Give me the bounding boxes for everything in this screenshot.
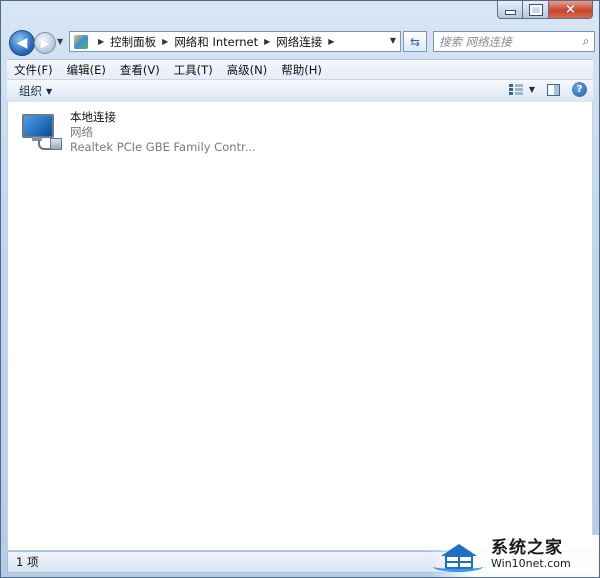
watermark-text: 系统之家 Win10net.com bbox=[491, 540, 571, 572]
menu-advanced[interactable]: 高级(N) bbox=[220, 62, 275, 78]
address-dropdown-icon[interactable]: ▼ bbox=[390, 36, 396, 45]
house-logo-icon bbox=[433, 541, 485, 572]
network-adapter-icon bbox=[20, 110, 62, 152]
connection-device: Realtek PCIe GBE Family Contr... bbox=[70, 140, 256, 154]
search-input[interactable] bbox=[434, 34, 578, 49]
file-list-area[interactable]: 本地连接 网络 Realtek PCIe GBE Family Contr... bbox=[7, 102, 593, 550]
chevron-down-icon[interactable]: ▼ bbox=[529, 85, 535, 94]
forward-button[interactable]: ▶ bbox=[34, 32, 56, 54]
watermark-title: 系统之家 bbox=[491, 538, 563, 558]
caption-buttons: × bbox=[497, 1, 593, 19]
explorer-window: × ◀ ▶ ▼ ▶ 控制面板 ▶ 网络和 Internet ▶ 网络连接 ▶ ▼… bbox=[0, 0, 600, 578]
search-icon[interactable]: ⌕ bbox=[578, 34, 594, 49]
connection-name: 本地连接 bbox=[70, 110, 116, 124]
watermark-url: Win10net.com bbox=[491, 557, 571, 570]
command-bar: 组织 ▼ ▼ ? bbox=[7, 79, 593, 103]
connection-type: 网络 bbox=[70, 125, 93, 139]
minimize-icon bbox=[504, 10, 516, 15]
navigation-bar: ◀ ▶ ▼ ▶ 控制面板 ▶ 网络和 Internet ▶ 网络连接 ▶ ▼ ⇆… bbox=[7, 28, 595, 56]
close-icon: × bbox=[565, 2, 576, 17]
maximize-button[interactable] bbox=[523, 1, 549, 19]
change-view-button[interactable]: ▼ bbox=[508, 83, 535, 96]
breadcrumb-separator-icon[interactable]: ▶ bbox=[162, 37, 168, 46]
menu-tools[interactable]: 工具(T) bbox=[167, 62, 220, 78]
control-panel-icon bbox=[74, 34, 88, 49]
close-button[interactable]: × bbox=[549, 1, 593, 19]
view-details-icon bbox=[508, 83, 523, 96]
address-bar[interactable]: ▶ 控制面板 ▶ 网络和 Internet ▶ 网络连接 ▶ ▼ bbox=[69, 31, 401, 52]
command-bar-tools: ▼ ? bbox=[508, 82, 587, 97]
breadcrumb-separator-icon[interactable]: ▶ bbox=[264, 37, 270, 46]
breadcrumb-network-connections[interactable]: 网络连接 bbox=[276, 34, 322, 50]
watermark: 系统之家 Win10net.com bbox=[429, 535, 599, 577]
search-box[interactable]: ⌕ bbox=[433, 31, 595, 52]
help-icon[interactable]: ? bbox=[572, 82, 587, 97]
menu-help[interactable]: 帮助(H) bbox=[274, 62, 329, 78]
menu-file[interactable]: 文件(F) bbox=[7, 62, 60, 78]
organize-button[interactable]: 组织 ▼ bbox=[7, 83, 52, 99]
minimize-button[interactable] bbox=[497, 1, 523, 19]
menu-view[interactable]: 查看(V) bbox=[113, 62, 167, 78]
list-item-details: 本地连接 网络 Realtek PCIe GBE Family Contr... bbox=[70, 110, 256, 158]
maximize-icon bbox=[528, 3, 543, 16]
back-arrow-icon: ◀ bbox=[16, 35, 28, 51]
refresh-button[interactable]: ⇆ bbox=[403, 31, 427, 52]
organize-label: 组织 bbox=[19, 84, 42, 98]
menu-edit[interactable]: 编辑(E) bbox=[60, 62, 113, 78]
chevron-down-icon: ▼ bbox=[46, 86, 53, 96]
preview-pane-icon[interactable] bbox=[547, 83, 560, 96]
item-count: 1 项 bbox=[16, 555, 39, 569]
recent-pages-dropdown[interactable]: ▼ bbox=[57, 37, 63, 46]
back-button[interactable]: ◀ bbox=[9, 30, 35, 56]
breadcrumb-separator-icon[interactable]: ▶ bbox=[98, 37, 104, 46]
menu-bar: 文件(F) 编辑(E) 查看(V) 工具(T) 高级(N) 帮助(H) bbox=[7, 59, 593, 80]
list-item[interactable]: 本地连接 网络 Realtek PCIe GBE Family Contr... bbox=[20, 110, 270, 158]
refresh-icon: ⇆ bbox=[409, 34, 421, 49]
breadcrumb-separator-icon[interactable]: ▶ bbox=[328, 37, 334, 46]
breadcrumb-network-internet[interactable]: 网络和 Internet bbox=[174, 34, 258, 50]
breadcrumb-control-panel[interactable]: 控制面板 bbox=[110, 34, 156, 50]
forward-arrow-icon: ▶ bbox=[40, 36, 50, 50]
